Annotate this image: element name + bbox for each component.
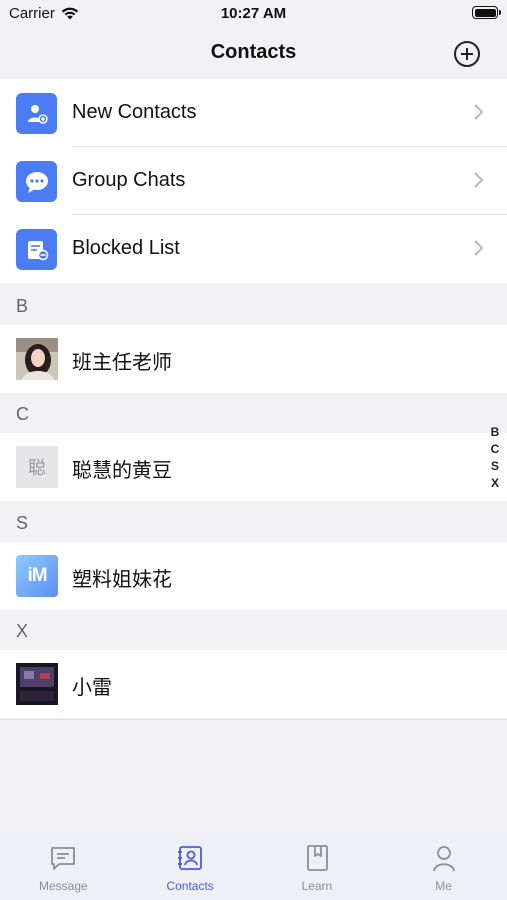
contact-name: 班主任老师 (72, 352, 172, 374)
section-header-c: C (0, 393, 507, 433)
add-circle-icon[interactable] (453, 40, 481, 68)
battery-icon (472, 6, 501, 19)
avatar-initial: iM (27, 565, 47, 586)
list-divider (0, 719, 507, 720)
tab-me[interactable]: Me (380, 832, 507, 900)
tab-message[interactable]: Message (0, 832, 127, 900)
contact-menu: New Contacts Group Chats Blocked List (0, 79, 507, 283)
section-letter: X (16, 621, 29, 641)
tab-learn[interactable]: Learn (254, 832, 381, 900)
index-letter-c[interactable]: C (488, 442, 502, 459)
blocked-list-row[interactable]: Blocked List (0, 215, 507, 283)
avatar: iM (16, 555, 58, 597)
page-title: Contacts (210, 41, 297, 63)
tab-contacts[interactable]: Contacts (127, 832, 254, 900)
section-letter: S (16, 513, 29, 533)
contact-row[interactable]: 聪 聪慧的黄豆 (0, 433, 507, 501)
alphabet-index[interactable]: B C S X (488, 425, 502, 493)
contact-row[interactable]: iM 塑料姐妹花 (0, 542, 507, 610)
contact-name: 小雷 (72, 677, 112, 699)
new-contacts-label: New Contacts (72, 101, 197, 123)
index-letter-s[interactable]: S (488, 459, 502, 476)
person-icon (432, 846, 455, 872)
section-header-x: X (0, 610, 507, 650)
avatar (16, 338, 58, 380)
contact-name: 塑料姐妹花 (72, 569, 172, 591)
group-chat-icon (16, 161, 57, 202)
tab-label: Me (435, 879, 452, 893)
contact-name: 聪慧的黄豆 (72, 460, 172, 482)
contact-row[interactable]: 小雷 (0, 650, 507, 718)
contact-row[interactable]: 班主任老师 (0, 325, 507, 393)
group-chats-row[interactable]: Group Chats (0, 147, 507, 215)
blocked-list-icon (16, 229, 57, 270)
tab-label: Contacts (166, 879, 214, 893)
chevron-right-icon (474, 104, 484, 120)
new-contact-icon (16, 93, 57, 134)
section-header-s: S (0, 502, 507, 542)
section-letter: B (16, 296, 29, 316)
status-bar: Carrier 10:27 AM (0, 0, 507, 30)
contacts-icon (178, 846, 203, 870)
blocked-list-label: Blocked List (72, 237, 180, 259)
avatar-initial: 聪 (28, 458, 46, 478)
avatar: 聪 (16, 446, 58, 488)
tab-bar: Message Contacts Learn Me (0, 832, 507, 900)
message-icon (51, 847, 76, 870)
avatar (16, 663, 58, 705)
section-header-b: B (0, 285, 507, 325)
tab-label: Learn (301, 879, 333, 893)
new-contacts-row[interactable]: New Contacts (0, 79, 507, 147)
group-chats-label: Group Chats (72, 169, 186, 191)
tab-label: Message (39, 879, 88, 893)
index-letter-x[interactable]: X (488, 476, 502, 493)
navigation-bar: Contacts (0, 30, 507, 78)
book-icon (306, 845, 328, 871)
chevron-right-icon (474, 172, 484, 188)
clock: 10:27 AM (220, 5, 287, 22)
chevron-right-icon (474, 240, 484, 256)
index-letter-b[interactable]: B (488, 425, 502, 442)
section-letter: C (16, 404, 29, 424)
